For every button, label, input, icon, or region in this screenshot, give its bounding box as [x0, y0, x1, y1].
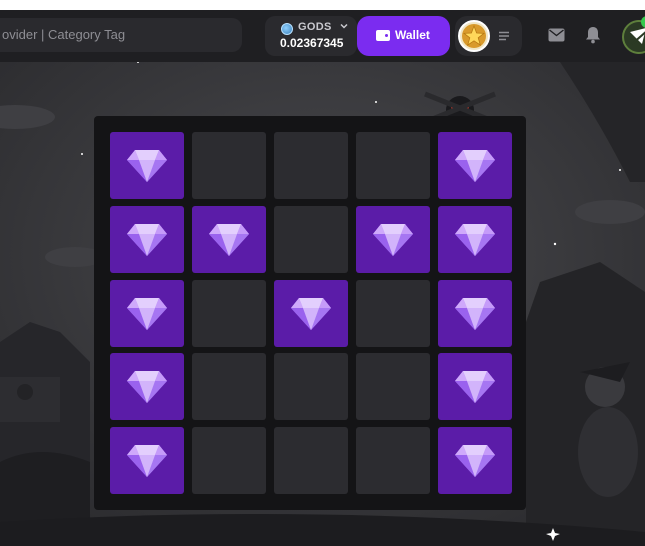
grid-tile-r4-c2[interactable]	[192, 353, 266, 421]
grid-tile-r4-c1[interactable]	[110, 353, 184, 421]
grid-tile-r3-c1[interactable]	[110, 279, 184, 347]
search-input[interactable]: ovider | Category Tag	[0, 18, 242, 52]
gem-icon	[453, 441, 497, 479]
grid-tile-r5-c5[interactable]	[438, 427, 512, 494]
wallet-icon	[376, 30, 390, 41]
grid-tile-r1-c4[interactable]	[356, 132, 430, 199]
avatar[interactable]	[458, 20, 490, 52]
top-strip	[0, 0, 645, 10]
mail-icon[interactable]	[548, 28, 565, 42]
gem-icon	[125, 367, 169, 405]
grid-tile-r3-c3[interactable]	[274, 279, 348, 347]
grid-tile-r2-c1[interactable]	[110, 205, 184, 273]
grid-tile-r2-c3[interactable]	[274, 205, 348, 273]
gem-icon	[125, 146, 169, 184]
grid-tile-r4-c4[interactable]	[356, 353, 430, 421]
star-avatar-icon	[462, 24, 486, 48]
grid-tile-r2-c2[interactable]	[192, 205, 266, 273]
currency-code: GODS	[298, 21, 332, 33]
coin-icon	[281, 23, 293, 35]
grid-tile-r2-c5[interactable]	[438, 205, 512, 273]
profile-menu[interactable]	[455, 16, 522, 56]
chevron-down-icon	[340, 23, 348, 29]
balance-selector[interactable]: GODS 0.02367345	[265, 16, 357, 56]
grid-tile-r3-c4[interactable]	[356, 279, 430, 347]
wallet-button[interactable]: Wallet	[357, 16, 450, 56]
grid-tile-r1-c5[interactable]	[438, 132, 512, 199]
grid-tile-r5-c3[interactable]	[274, 427, 348, 494]
gem-icon	[453, 146, 497, 184]
gem-icon	[289, 294, 333, 332]
wallet-label: Wallet	[395, 28, 430, 42]
gem-icon	[371, 220, 415, 258]
grid-tile-r2-c4[interactable]	[356, 205, 430, 273]
grid-tile-r3-c5[interactable]	[438, 279, 512, 347]
top-header: ovider | Category Tag GODS 0.02367345 Wa…	[0, 10, 645, 62]
grid-tile-r4-c3[interactable]	[274, 353, 348, 421]
grid-tile-r4-c5[interactable]	[438, 353, 512, 421]
grid-tile-r5-c4[interactable]	[356, 427, 430, 494]
gem-icon	[453, 294, 497, 332]
grid-tile-r5-c1[interactable]	[110, 427, 184, 494]
gem-icon	[125, 441, 169, 479]
mines-game-board	[94, 116, 526, 510]
gem-icon	[207, 220, 251, 258]
gem-icon	[125, 220, 169, 258]
gem-icon	[453, 367, 497, 405]
grid-tile-r1-c2[interactable]	[192, 132, 266, 199]
gem-icon	[453, 220, 497, 258]
grid-tile-r1-c1[interactable]	[110, 132, 184, 199]
gem-icon	[125, 294, 169, 332]
menu-icon[interactable]	[498, 30, 510, 42]
chat-icon	[630, 28, 645, 45]
grid-tile-r1-c3[interactable]	[274, 132, 348, 199]
grid-tile-r5-c2[interactable]	[192, 427, 266, 494]
bell-icon[interactable]	[585, 26, 601, 44]
grid-tile-r3-c2[interactable]	[192, 279, 266, 347]
balance-amount: 0.02367345	[280, 36, 344, 50]
